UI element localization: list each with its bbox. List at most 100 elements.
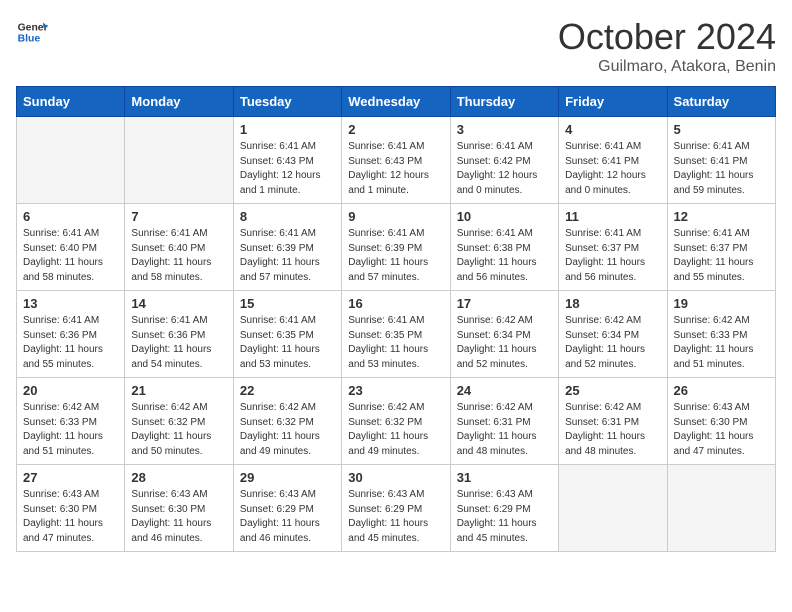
day-of-week-header: Saturday bbox=[667, 87, 775, 117]
calendar-week-row: 20Sunrise: 6:42 AM Sunset: 6:33 PM Dayli… bbox=[17, 378, 776, 465]
day-number: 10 bbox=[457, 209, 552, 224]
day-of-week-header: Thursday bbox=[450, 87, 558, 117]
day-number: 15 bbox=[240, 296, 335, 311]
calendar-week-row: 1 Sunrise: 6:41 AM Sunset: 6:43 PM Daylig… bbox=[17, 117, 776, 204]
day-number: 13 bbox=[23, 296, 118, 311]
day-info: Sunrise: 6:43 AM Sunset: 6:29 PM Dayligh… bbox=[348, 488, 443, 546]
day-info: Sunrise: 6:42 AM Sunset: 6:34 PM Dayligh… bbox=[457, 314, 552, 372]
page-header: General Blue October 2024 Guilmaro, Atak… bbox=[16, 16, 776, 76]
calendar-cell: 17Sunrise: 6:42 AM Sunset: 6:34 PM Dayli… bbox=[450, 291, 558, 378]
day-number: 30 bbox=[348, 470, 443, 485]
day-number: 19 bbox=[674, 296, 769, 311]
calendar-cell bbox=[17, 117, 125, 204]
location: Guilmaro, Atakora, Benin bbox=[558, 58, 776, 76]
day-number: 5 bbox=[674, 122, 769, 137]
calendar-cell bbox=[559, 465, 667, 552]
day-number: 24 bbox=[457, 383, 552, 398]
calendar-cell: 29 Sunrise: 6:43 AM Sunset: 6:29 PM Dayli… bbox=[233, 465, 341, 552]
day-info: Sunrise: 6:42 AM Sunset: 6:32 PM Dayligh… bbox=[348, 401, 443, 459]
day-info: Sunrise: 6:41 AM Sunset: 6:35 PM Dayligh… bbox=[240, 314, 335, 372]
day-info: Sunrise: 6:41 AM Sunset: 6:37 PM Dayligh… bbox=[674, 227, 769, 285]
day-number: 9 bbox=[348, 209, 443, 224]
day-number: 18 bbox=[565, 296, 660, 311]
day-info: Sunrise: 6:43 AM Sunset: 6:30 PM Dayligh… bbox=[23, 488, 118, 546]
calendar-cell bbox=[125, 117, 233, 204]
day-number: 1 bbox=[240, 122, 335, 137]
day-number: 28 bbox=[131, 470, 226, 485]
day-info: Sunrise: 6:43 AM Sunset: 6:29 PM Dayligh… bbox=[457, 488, 552, 546]
day-number: 16 bbox=[348, 296, 443, 311]
calendar-cell: 6Sunrise: 6:41 AM Sunset: 6:40 PM Daylig… bbox=[17, 204, 125, 291]
calendar-table: SundayMondayTuesdayWednesdayThursdayFrid… bbox=[16, 86, 776, 552]
day-number: 25 bbox=[565, 383, 660, 398]
day-number: 27 bbox=[23, 470, 118, 485]
calendar-cell: 21 Sunrise: 6:42 AM Sunset: 6:32 PM Dayli… bbox=[125, 378, 233, 465]
day-info: Sunrise: 6:43 AM Sunset: 6:30 PM Dayligh… bbox=[131, 488, 226, 546]
day-number: 31 bbox=[457, 470, 552, 485]
day-of-week-header: Tuesday bbox=[233, 87, 341, 117]
day-number: 21 bbox=[131, 383, 226, 398]
calendar-week-row: 6 Sunrise: 6:41 AM Sunset: 6:40 PM Daylig… bbox=[17, 204, 776, 291]
day-info: Sunrise: 6:41 AM Sunset: 6:39 PM Dayligh… bbox=[240, 227, 335, 285]
day-number: 11 bbox=[565, 209, 660, 224]
day-info: Sunrise: 6:41 AM Sunset: 6:42 PM Dayligh… bbox=[457, 140, 552, 198]
day-info: Sunrise: 6:41 AM Sunset: 6:37 PM Dayligh… bbox=[565, 227, 660, 285]
day-number: 2 bbox=[348, 122, 443, 137]
calendar-cell: 18 Sunrise: 6:42 AM Sunset: 6:34 PM Dayli… bbox=[559, 291, 667, 378]
calendar-cell: 8 Sunrise: 6:41 AM Sunset: 6:39 PM Daylig… bbox=[233, 204, 341, 291]
calendar-cell: 5Sunrise: 6:41 AM Sunset: 6:41 PM Daylig… bbox=[667, 117, 775, 204]
day-info: Sunrise: 6:42 AM Sunset: 6:32 PM Dayligh… bbox=[131, 401, 226, 459]
day-info: Sunrise: 6:43 AM Sunset: 6:29 PM Dayligh… bbox=[240, 488, 335, 546]
month-title: October 2024 bbox=[558, 16, 776, 58]
calendar-cell: 27 Sunrise: 6:43 AM Sunset: 6:30 PM Dayli… bbox=[17, 465, 125, 552]
day-of-week-header: Monday bbox=[125, 87, 233, 117]
calendar-body: 1 Sunrise: 6:41 AM Sunset: 6:43 PM Daylig… bbox=[17, 117, 776, 552]
day-info: Sunrise: 6:42 AM Sunset: 6:34 PM Dayligh… bbox=[565, 314, 660, 372]
day-number: 12 bbox=[674, 209, 769, 224]
day-number: 23 bbox=[348, 383, 443, 398]
day-number: 6 bbox=[23, 209, 118, 224]
day-number: 7 bbox=[131, 209, 226, 224]
day-info: Sunrise: 6:42 AM Sunset: 6:32 PM Dayligh… bbox=[240, 401, 335, 459]
day-of-week-header: Sunday bbox=[17, 87, 125, 117]
day-info: Sunrise: 6:41 AM Sunset: 6:36 PM Dayligh… bbox=[131, 314, 226, 372]
calendar-header-row: SundayMondayTuesdayWednesdayThursdayFrid… bbox=[17, 87, 776, 117]
svg-text:Blue: Blue bbox=[18, 34, 41, 45]
day-number: 8 bbox=[240, 209, 335, 224]
calendar-cell bbox=[667, 465, 775, 552]
day-number: 3 bbox=[457, 122, 552, 137]
calendar-cell: 31 Sunrise: 6:43 AM Sunset: 6:29 PM Dayli… bbox=[450, 465, 558, 552]
calendar-cell: 3 Sunrise: 6:41 AM Sunset: 6:42 PM Daylig… bbox=[450, 117, 558, 204]
calendar-cell: 28 Sunrise: 6:43 AM Sunset: 6:30 PM Dayli… bbox=[125, 465, 233, 552]
calendar-cell: 9Sunrise: 6:41 AM Sunset: 6:39 PM Daylig… bbox=[342, 204, 450, 291]
day-of-week-header: Friday bbox=[559, 87, 667, 117]
day-info: Sunrise: 6:41 AM Sunset: 6:35 PM Dayligh… bbox=[348, 314, 443, 372]
day-info: Sunrise: 6:41 AM Sunset: 6:43 PM Dayligh… bbox=[240, 140, 335, 198]
logo: General Blue bbox=[16, 16, 48, 48]
calendar-cell: 20Sunrise: 6:42 AM Sunset: 6:33 PM Dayli… bbox=[17, 378, 125, 465]
calendar-cell: 16 Sunrise: 6:41 AM Sunset: 6:35 PM Dayli… bbox=[342, 291, 450, 378]
calendar-cell: 10Sunrise: 6:41 AM Sunset: 6:38 PM Dayli… bbox=[450, 204, 558, 291]
calendar-cell: 12 Sunrise: 6:41 AM Sunset: 6:37 PM Dayli… bbox=[667, 204, 775, 291]
title-block: October 2024 Guilmaro, Atakora, Benin bbox=[558, 16, 776, 76]
day-number: 4 bbox=[565, 122, 660, 137]
day-info: Sunrise: 6:42 AM Sunset: 6:31 PM Dayligh… bbox=[457, 401, 552, 459]
day-info: Sunrise: 6:42 AM Sunset: 6:33 PM Dayligh… bbox=[23, 401, 118, 459]
day-of-week-header: Wednesday bbox=[342, 87, 450, 117]
calendar-cell: 23 Sunrise: 6:42 AM Sunset: 6:32 PM Dayli… bbox=[342, 378, 450, 465]
calendar-cell: 14 Sunrise: 6:41 AM Sunset: 6:36 PM Dayli… bbox=[125, 291, 233, 378]
day-number: 29 bbox=[240, 470, 335, 485]
day-info: Sunrise: 6:41 AM Sunset: 6:40 PM Dayligh… bbox=[131, 227, 226, 285]
day-number: 22 bbox=[240, 383, 335, 398]
calendar-cell: 7 Sunrise: 6:41 AM Sunset: 6:40 PM Daylig… bbox=[125, 204, 233, 291]
calendar-week-row: 27 Sunrise: 6:43 AM Sunset: 6:30 PM Dayli… bbox=[17, 465, 776, 552]
logo-icon: General Blue bbox=[16, 16, 48, 48]
calendar-cell: 1 Sunrise: 6:41 AM Sunset: 6:43 PM Daylig… bbox=[233, 117, 341, 204]
calendar-cell: 24 Sunrise: 6:42 AM Sunset: 6:31 PM Dayli… bbox=[450, 378, 558, 465]
calendar-cell: 11 Sunrise: 6:41 AM Sunset: 6:37 PM Dayli… bbox=[559, 204, 667, 291]
day-number: 14 bbox=[131, 296, 226, 311]
day-info: Sunrise: 6:42 AM Sunset: 6:31 PM Dayligh… bbox=[565, 401, 660, 459]
day-info: Sunrise: 6:42 AM Sunset: 6:33 PM Dayligh… bbox=[674, 314, 769, 372]
calendar-cell: 26Sunrise: 6:43 AM Sunset: 6:30 PM Dayli… bbox=[667, 378, 775, 465]
day-info: Sunrise: 6:41 AM Sunset: 6:36 PM Dayligh… bbox=[23, 314, 118, 372]
